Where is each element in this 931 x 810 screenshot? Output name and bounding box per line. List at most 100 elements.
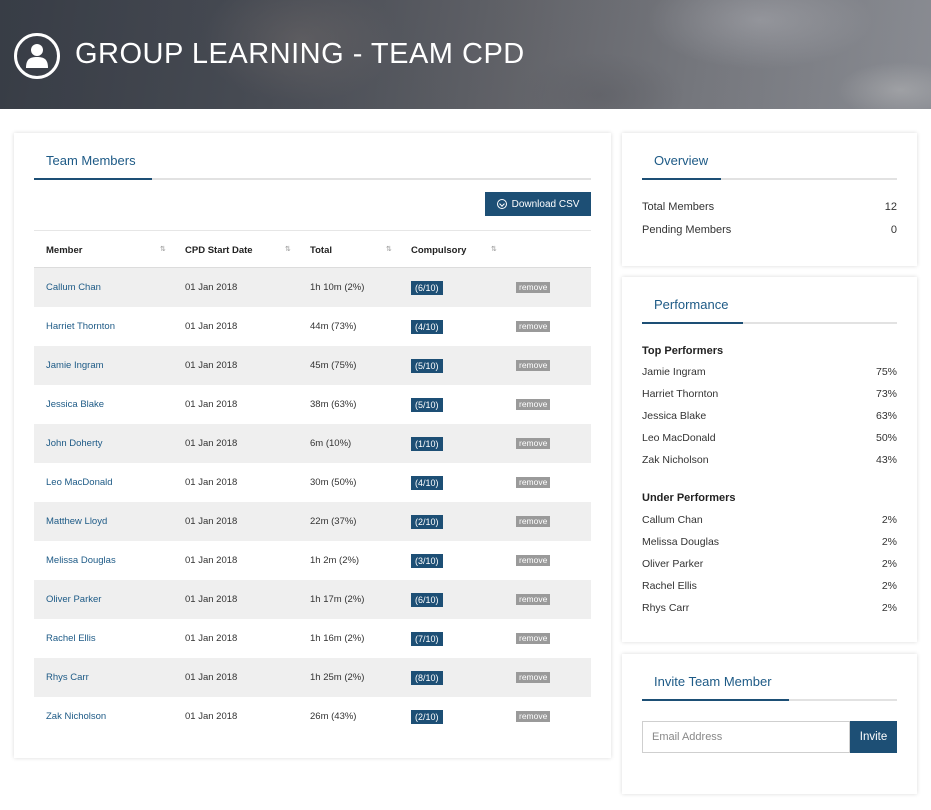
tab-team-members[interactable]: Team Members	[34, 135, 152, 180]
header-banner: GROUP LEARNING - TEAM CPD	[0, 0, 931, 109]
total-time: 44m (73%)	[310, 321, 357, 332]
team-members-table: Member ⇅ CPD Start Date ⇅ Total ⇅ Compul…	[34, 230, 591, 736]
remove-button[interactable]: remove	[516, 321, 551, 332]
top-performer-name: Leo MacDonald	[642, 432, 716, 444]
table-row: Callum Chan 01 Jan 2018 1h 10m (2%) (6/10) r…	[34, 268, 591, 307]
cpd-start-date: 01 Jan 2018	[185, 438, 238, 449]
member-name-link[interactable]: Oliver Parker	[46, 580, 101, 619]
member-name-link[interactable]: Matthew Lloyd	[46, 502, 107, 541]
tab-invite-team-member[interactable]: Invite Team Member	[642, 656, 789, 701]
overview-tabbar: Overview	[642, 133, 897, 180]
compulsory-cell: (2/10)	[411, 697, 443, 736]
table-row: Jamie Ingram 01 Jan 2018 45m (75%) (5/10) re…	[34, 346, 591, 385]
compulsory-badge: (4/10)	[411, 319, 443, 334]
compulsory-badge: (6/10)	[411, 280, 443, 295]
remove-button[interactable]: remove	[516, 477, 551, 488]
under-performer-row: Callum Chan 2%	[642, 514, 897, 526]
member-name-link[interactable]: Melissa Douglas	[46, 541, 116, 580]
sort-icon[interactable]: ⇅	[285, 245, 291, 253]
compulsory-cell: (7/10)	[411, 619, 443, 658]
email-field[interactable]	[642, 721, 850, 753]
top-performer-value: 73%	[875, 388, 897, 400]
member-name-link[interactable]: Jessica Blake	[46, 385, 104, 424]
top-performer-value: 63%	[875, 410, 897, 422]
invite-panel: Invite Team Member Invite	[622, 654, 917, 794]
compulsory-badge: (7/10)	[411, 631, 443, 646]
compulsory-badge: (2/10)	[411, 709, 443, 724]
column-header-total[interactable]: Total	[310, 231, 332, 269]
under-performer-name: Rachel Ellis	[642, 580, 697, 592]
invite-button[interactable]: Invite	[850, 721, 897, 753]
remove-cell: remove	[516, 580, 551, 619]
remove-button[interactable]: remove	[516, 516, 551, 527]
sort-icon[interactable]: ⇅	[386, 245, 392, 253]
under-performer-value: 2%	[881, 602, 897, 614]
top-performer-name: Jessica Blake	[642, 410, 707, 422]
remove-button[interactable]: remove	[516, 672, 551, 683]
table-row: Jessica Blake 01 Jan 2018 38m (63%) (5/10) r…	[34, 385, 591, 424]
overview-panel: Overview Total Members 12 Pending Member…	[622, 133, 917, 266]
table-body: Callum Chan 01 Jan 2018 1h 10m (2%) (6/10) r…	[34, 268, 591, 736]
compulsory-badge: (6/10)	[411, 592, 443, 607]
compulsory-cell: (2/10)	[411, 502, 443, 541]
tab-overview[interactable]: Overview	[642, 135, 721, 180]
total-time: 45m (75%)	[310, 360, 357, 371]
top-performer-row: Zak Nicholson 43%	[642, 454, 897, 466]
cpd-start-date: 01 Jan 2018	[185, 399, 238, 410]
member-name-link[interactable]: Jamie Ingram	[46, 346, 104, 385]
remove-button[interactable]: remove	[516, 555, 551, 566]
table-header: Member ⇅ CPD Start Date ⇅ Total ⇅ Compul…	[34, 230, 591, 268]
top-performer-value: 43%	[875, 454, 897, 466]
member-name-link[interactable]: Callum Chan	[46, 268, 101, 307]
sort-icon[interactable]: ⇅	[160, 245, 166, 253]
compulsory-cell: (6/10)	[411, 268, 443, 307]
download-circle-icon	[496, 199, 507, 209]
member-name-link[interactable]: Leo MacDonald	[46, 463, 113, 502]
remove-button[interactable]: remove	[516, 633, 551, 644]
compulsory-badge: (5/10)	[411, 397, 443, 412]
total-time: 1h 10m (2%)	[310, 282, 365, 293]
top-performer-row: Leo MacDonald 50%	[642, 432, 897, 444]
invite-tabbar: Invite Team Member	[642, 654, 897, 701]
cpd-start-date: 01 Jan 2018	[185, 594, 238, 605]
top-performer-row: Jamie Ingram 75%	[642, 366, 897, 378]
compulsory-badge: (2/10)	[411, 514, 443, 529]
remove-cell: remove	[516, 463, 551, 502]
remove-button[interactable]: remove	[516, 711, 551, 722]
member-name-link[interactable]: Rhys Carr	[46, 658, 89, 697]
remove-button[interactable]: remove	[516, 282, 551, 293]
sort-icon[interactable]: ⇅	[491, 245, 497, 253]
tab-performance[interactable]: Performance	[642, 279, 743, 324]
compulsory-cell: (5/10)	[411, 385, 443, 424]
cpd-start-date: 01 Jan 2018	[185, 477, 238, 488]
column-header-compulsory[interactable]: Compulsory	[411, 231, 466, 269]
total-members-row: Total Members 12	[642, 201, 897, 213]
cpd-start-date: 01 Jan 2018	[185, 711, 238, 722]
under-performer-value: 2%	[881, 514, 897, 526]
compulsory-cell: (6/10)	[411, 580, 443, 619]
download-csv-button[interactable]: Download CSV	[485, 192, 591, 216]
top-performer-name: Jamie Ingram	[642, 366, 706, 378]
cpd-start-date: 01 Jan 2018	[185, 633, 238, 644]
total-time: 26m (43%)	[310, 711, 357, 722]
top-performers-heading: Top Performers	[642, 345, 724, 357]
compulsory-badge: (5/10)	[411, 358, 443, 373]
member-name-link[interactable]: Harriet Thornton	[46, 307, 115, 346]
total-time: 22m (37%)	[310, 516, 357, 527]
top-performer-row: Jessica Blake 63%	[642, 410, 897, 422]
remove-button[interactable]: remove	[516, 399, 551, 410]
member-name-link[interactable]: John Doherty	[46, 424, 103, 463]
column-header-member[interactable]: Member	[46, 231, 82, 269]
member-name-link[interactable]: Zak Nicholson	[46, 697, 106, 736]
remove-button[interactable]: remove	[516, 594, 551, 605]
table-row: Rachel Ellis 01 Jan 2018 1h 16m (2%) (7/10)…	[34, 619, 591, 658]
under-performers-heading: Under Performers	[642, 492, 736, 504]
under-performer-row: Melissa Douglas 2%	[642, 536, 897, 548]
remove-button[interactable]: remove	[516, 438, 551, 449]
column-header-cpd-start-date[interactable]: CPD Start Date	[185, 231, 253, 269]
member-name-link[interactable]: Rachel Ellis	[46, 619, 96, 658]
total-time: 1h 25m (2%)	[310, 672, 365, 683]
table-row: Harriet Thornton 01 Jan 2018 44m (73%) (4/1…	[34, 307, 591, 346]
cpd-start-date: 01 Jan 2018	[185, 321, 238, 332]
remove-button[interactable]: remove	[516, 360, 551, 371]
